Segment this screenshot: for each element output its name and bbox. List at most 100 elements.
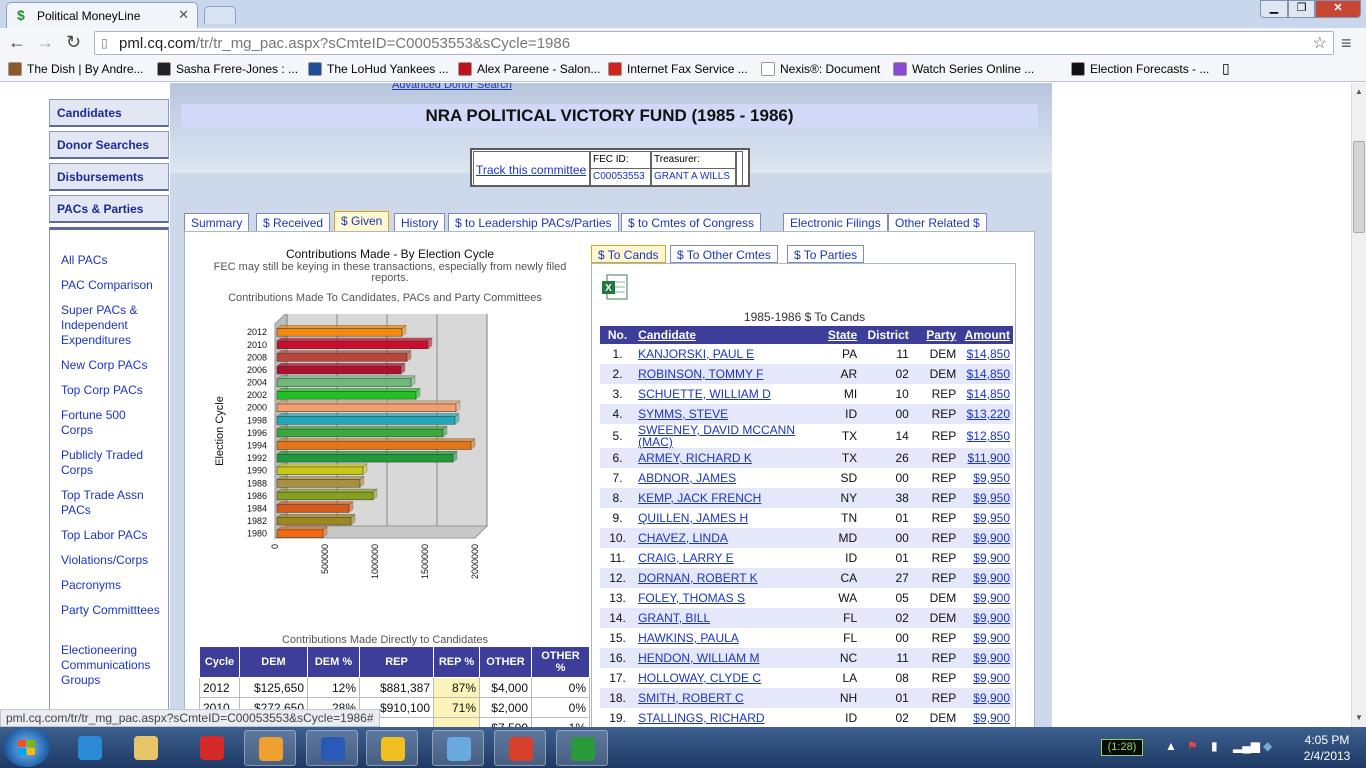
amount-link[interactable]: $9,900 [959,588,1013,608]
amount-link[interactable]: $9,900 [959,568,1013,588]
bookmark-3[interactable]: Alex Pareene - Salon... [458,62,600,76]
candidate-name-link[interactable]: SMITH, ROBERT C [635,688,819,708]
tab-close-icon[interactable]: ✕ [178,7,189,23]
bookmark-star-icon[interactable]: ☆ [1313,33,1327,53]
window-minimize-button[interactable]: ▁ [1260,0,1288,18]
pac-link-11[interactable]: Party Committtees [61,603,161,618]
candidate-name-link[interactable]: ABDNOR, JAMES [635,468,819,488]
pac-link-0[interactable]: All PACs [61,253,161,268]
taskbar-app-explorer[interactable] [120,730,172,766]
action-center-icon[interactable]: ⚑ [1187,739,1198,753]
dropbox-icon[interactable]: ◆ [1263,739,1272,753]
taskbar-app-app-red[interactable] [186,730,238,766]
candidate-name-link[interactable]: HAWKINS, PAULA [635,628,819,648]
candidate-header-cell[interactable]: State [818,326,861,344]
committee-tab-3[interactable]: History [394,213,446,232]
pac-link-10[interactable]: Pacronyms [61,578,161,593]
committee-tab-4[interactable]: $ to Leadership PACs/Parties [448,213,619,232]
committee-tab-6[interactable]: Electronic Filings [783,213,888,232]
recipient-tab-1[interactable]: $ To Other Cmtes [670,245,778,263]
candidate-name-link[interactable]: SCHUETTE, WILLIAM D [635,384,819,404]
bookmark-4[interactable]: Internet Fax Service ... [608,62,748,76]
amount-link[interactable]: $13,220 [959,404,1013,424]
clock-time[interactable]: 4:05 PM [1297,733,1357,747]
nav-button-3[interactable]: PACs & Parties [49,195,169,223]
amount-link[interactable]: $9,900 [959,668,1013,688]
battery-indicator[interactable]: (1:28) [1101,739,1143,756]
browser-menu-icon[interactable]: ≡ [1341,33,1352,54]
amount-link[interactable]: $9,900 [959,708,1013,727]
committee-tab-0[interactable]: Summary [184,213,250,232]
clock-date[interactable]: 2/4/2013 [1297,749,1357,763]
bookmark-5[interactable]: Nexis®: Document [761,62,880,76]
candidate-name-link[interactable]: SWEENEY, DAVID MCCANN (MAC) [635,424,819,448]
candidate-name-link[interactable]: HOLLOWAY, CLYDE C [635,668,819,688]
committee-tab-1[interactable]: $ Received [256,213,331,232]
candidate-name-link[interactable]: HENDON, WILLIAM M [635,648,819,668]
amount-link[interactable]: $14,850 [959,344,1013,364]
taskbar-app-ie[interactable] [64,730,116,766]
forward-arrow-icon[interactable]: → [36,32,54,53]
advanced-donor-search-link[interactable]: Advanced Donor Search [392,83,512,91]
new-tab-button[interactable] [204,6,236,24]
committee-tab-2[interactable]: $ Given [334,211,390,233]
pac-link-1[interactable]: PAC Comparison [61,278,161,293]
taskbar-app-word[interactable] [306,730,358,766]
candidate-name-link[interactable]: ROBINSON, TOMMY F [635,364,819,384]
taskbar-app-talk[interactable] [366,730,418,766]
nav-button-2[interactable]: Disbursements [49,163,169,191]
power-icon[interactable]: ▮ [1211,739,1218,753]
recipient-tab-2[interactable]: $ To Parties [787,245,865,263]
network-signal-icon[interactable]: ▂▄▆ [1233,739,1260,753]
pac-link-4[interactable]: Top Corp PACs [61,383,161,398]
scroll-down-icon[interactable]: ▼ [1355,713,1363,722]
amount-link[interactable]: $11,900 [959,448,1013,468]
pac-link-3[interactable]: New Corp PACs [61,358,161,373]
tray-expand-icon[interactable]: ▲ [1165,739,1177,753]
bookmark-2[interactable]: The LoHud Yankees ... [308,62,449,76]
taskbar-app-media[interactable] [244,730,296,766]
bookmark-6[interactable]: Watch Series Online ... [893,62,1034,76]
other-bookmarks-icon[interactable]: ▯ [1222,60,1230,77]
bookmark-7[interactable]: Election Forecasts - ... [1071,62,1209,76]
amount-link[interactable]: $9,900 [959,628,1013,648]
excel-export-icon[interactable]: X [601,273,629,301]
nav-button-1[interactable]: Donor Searches [49,131,169,159]
candidate-name-link[interactable]: GRANT, BILL [635,608,819,628]
recipient-tab-0[interactable]: $ To Cands [591,245,666,263]
browser-tab-active[interactable]: $ Political MoneyLine ✕ [6,2,198,28]
reload-icon[interactable]: ↻ [66,32,81,53]
amount-link[interactable]: $9,900 [959,608,1013,628]
committee-tab-5[interactable]: $ to Cmtes of Congress [621,213,762,232]
scroll-up-icon[interactable]: ▲ [1355,87,1363,96]
amount-link[interactable]: $14,850 [959,384,1013,404]
candidate-name-link[interactable]: SYMMS, STEVE [635,404,819,424]
nav-button-0[interactable]: Candidates [49,99,169,127]
start-button[interactable] [4,728,50,767]
candidate-header-cell[interactable]: Amount [959,326,1013,344]
track-committee-link[interactable]: Track this committee [476,163,586,177]
pac-link-2[interactable]: Super PACs & Independent Expenditures [61,303,161,348]
window-close-button[interactable]: ✕ [1315,0,1361,18]
candidate-name-link[interactable]: DORNAN, ROBERT K [635,568,819,588]
taskbar-app-chrome[interactable] [494,730,546,766]
back-arrow-icon[interactable]: ← [8,32,26,53]
pac-link-9[interactable]: Violations/Corps [61,553,161,568]
taskbar-app-excel[interactable] [556,730,608,766]
candidate-name-link[interactable]: KANJORSKI, PAUL E [635,344,819,364]
candidate-name-link[interactable]: ARMEY, RICHARD K [635,448,819,468]
candidate-name-link[interactable]: CRAIG, LARRY E [635,548,819,568]
pac-link-5[interactable]: Fortune 500 Corps [61,408,161,438]
amount-link[interactable]: $12,850 [959,424,1013,448]
candidate-header-cell[interactable]: Party [911,326,960,344]
amount-link[interactable]: $9,950 [959,488,1013,508]
amount-link[interactable]: $9,900 [959,548,1013,568]
candidate-name-link[interactable]: CHAVEZ, LINDA [635,528,819,548]
amount-link[interactable]: $9,900 [959,688,1013,708]
pac-link-8[interactable]: Top Labor PACs [61,528,161,543]
bookmark-0[interactable]: The Dish | By Andre... [8,62,144,76]
bookmark-1[interactable]: Sasha Frere-Jones : ... [157,62,298,76]
amount-link[interactable]: $9,900 [959,528,1013,548]
pac-link-6[interactable]: Publicly Traded Corps [61,448,161,478]
amount-link[interactable]: $9,950 [959,468,1013,488]
